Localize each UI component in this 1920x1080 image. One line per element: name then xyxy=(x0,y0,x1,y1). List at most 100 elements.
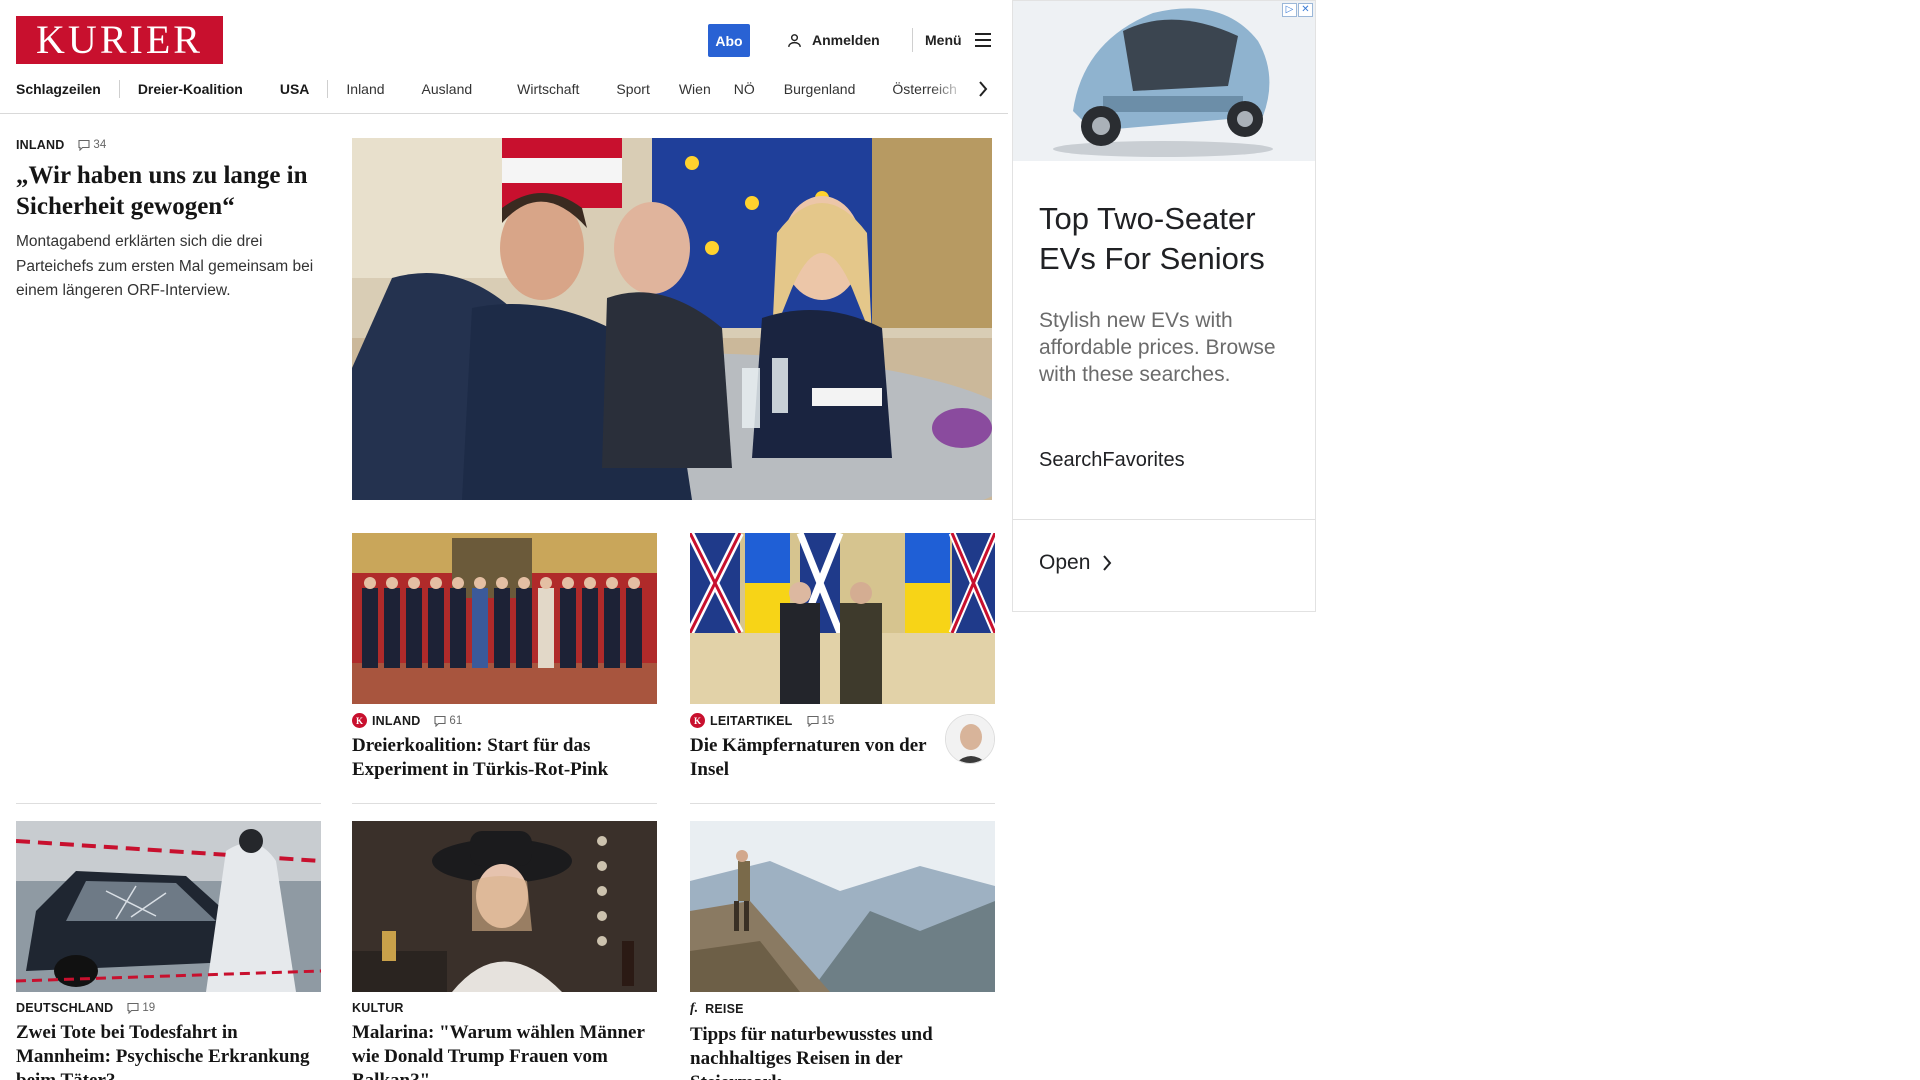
nav-spacer xyxy=(494,80,495,98)
ad-choices: ▷ ✕ xyxy=(1282,3,1313,17)
nav-divider xyxy=(118,80,120,98)
ad-title[interactable]: Top Two-Seater EVs For Seniors xyxy=(1039,199,1289,279)
nav-item-wirtschaft[interactable]: Wirtschaft xyxy=(517,81,579,97)
article-headline[interactable]: Tipps für naturbewusstes und nachhaltige… xyxy=(690,1023,995,1080)
login-button[interactable]: Anmelden xyxy=(786,28,880,52)
article-image-malarina[interactable] xyxy=(352,821,657,992)
nav-item-dreier-koalition[interactable]: Dreier-Koalition xyxy=(138,81,243,97)
article-meta: K LEITARTIKEL 15 xyxy=(690,713,940,728)
nav-item-burgenland[interactable]: Burgenland xyxy=(784,81,856,97)
lead-photo xyxy=(352,138,992,500)
article-kicker[interactable]: KULTUR xyxy=(352,1001,404,1015)
mountain-photo xyxy=(690,821,995,992)
nav-spacer xyxy=(664,80,665,98)
hamburger-icon xyxy=(974,33,991,47)
lead-meta: INLAND 34 xyxy=(16,138,321,152)
menu-label: Menü xyxy=(925,32,962,48)
header-divider xyxy=(912,28,913,52)
kurier-logo[interactable]: KURIER xyxy=(16,16,223,64)
comment-icon xyxy=(806,715,819,727)
article-comment-count[interactable]: 61 xyxy=(434,715,462,727)
lead-article-image[interactable] xyxy=(352,138,992,500)
article-meta: DEUTSCHLAND 19 xyxy=(16,1001,321,1015)
article-comment-count[interactable]: 19 xyxy=(127,1002,155,1014)
divider xyxy=(690,803,995,804)
kurier-plus-badge-icon: K xyxy=(352,713,367,728)
category-nav: Schlagzeilen Dreier-Koalition USA Inland… xyxy=(16,78,992,100)
comment-count-value: 61 xyxy=(449,714,463,727)
article-headline[interactable]: Dreierkoalition: Start für das Experimen… xyxy=(352,734,657,782)
author-avatar[interactable] xyxy=(945,714,995,764)
article-card-mannheim[interactable]: DEUTSCHLAND 19 Zwei Tote bei Todesfahrt … xyxy=(16,1001,321,1080)
portrait-photo xyxy=(352,821,657,992)
nav-spacer xyxy=(769,80,770,98)
ad-description: Stylish new EVs with affordable prices. … xyxy=(1039,309,1276,386)
article-kicker[interactable]: INLAND xyxy=(372,714,420,728)
ad-open-button[interactable]: Open xyxy=(1039,551,1112,575)
article-headline[interactable]: Die Kämpfernaturen von der Insel xyxy=(690,734,940,782)
flags-photo xyxy=(690,533,995,704)
nav-item-inland[interactable]: Inland xyxy=(346,81,384,97)
lead-article[interactable]: INLAND 34 „Wir haben uns zu lange in Sic… xyxy=(16,138,321,304)
group-photo xyxy=(352,533,657,704)
menu-button[interactable]: Menü xyxy=(925,28,992,52)
article-headline[interactable]: Malarina: "Warum wählen Männer wie Donal… xyxy=(352,1021,657,1080)
article-kicker[interactable]: LEITARTIKEL xyxy=(710,714,793,728)
chevron-right-icon xyxy=(1103,555,1112,571)
nav-spacer xyxy=(597,80,598,98)
article-card-steiermark[interactable]: f. REISE Tipps für naturbewusstes und na… xyxy=(690,1001,995,1080)
nav-spacer xyxy=(403,80,404,98)
nav-item-usa[interactable]: USA xyxy=(280,81,310,97)
user-icon xyxy=(788,33,801,47)
ad-open-label: Open xyxy=(1039,551,1091,574)
ad-image[interactable] xyxy=(1013,1,1315,161)
lead-teaser: Montagabend erklärten sich die drei Part… xyxy=(16,233,314,299)
nav-item-wien[interactable]: Wien xyxy=(679,81,711,97)
abo-button[interactable]: Abo xyxy=(708,24,750,57)
article-card-dreierkoalition[interactable]: K INLAND 61 Dreierkoalition: Start für d… xyxy=(352,713,657,782)
comment-icon xyxy=(434,715,446,727)
article-image-steiermark[interactable] xyxy=(690,821,995,992)
article-card-malarina[interactable]: KULTUR Malarina: "Warum wählen Männer wi… xyxy=(352,1001,657,1080)
nav-spacer xyxy=(722,80,723,98)
kurier-plus-badge-icon: K xyxy=(690,713,705,728)
article-image-leitartikel[interactable] xyxy=(690,533,995,704)
nav-item-noe[interactable]: NÖ xyxy=(734,81,755,97)
lead-kicker[interactable]: INLAND xyxy=(16,138,64,152)
divider xyxy=(352,803,657,804)
article-image-dreierkoalition[interactable] xyxy=(352,533,657,704)
ad-info-icon[interactable]: ▷ xyxy=(1282,3,1297,17)
site-header: KURIER Abo Anmelden Menü Schlagzeilen Dr… xyxy=(0,0,1008,114)
login-label: Anmelden xyxy=(812,32,880,48)
nav-item-schlagzeilen[interactable]: Schlagzeilen xyxy=(16,81,101,97)
lead-comment-count[interactable]: 34 xyxy=(78,139,106,151)
ad-divider xyxy=(1013,519,1315,520)
nav-spacer xyxy=(261,80,262,98)
freizeit-badge-icon: f. xyxy=(690,1001,699,1016)
article-kicker[interactable]: DEUTSCHLAND xyxy=(16,1001,113,1015)
nav-spacer xyxy=(873,80,874,98)
article-meta: K INLAND 61 xyxy=(352,713,657,728)
nav-item-sport[interactable]: Sport xyxy=(616,81,649,97)
lead-headline[interactable]: „Wir haben uns zu lange in Sicherheit ge… xyxy=(16,160,321,222)
article-headline[interactable]: Zwei Tote bei Todesfahrt in Mannheim: Ps… xyxy=(16,1021,321,1080)
article-kicker[interactable]: REISE xyxy=(705,1002,744,1016)
article-comment-count[interactable]: 15 xyxy=(806,715,834,727)
comment-icon xyxy=(127,1002,139,1014)
comment-count-value: 19 xyxy=(142,1002,156,1014)
article-meta: f. REISE xyxy=(690,1001,995,1017)
comment-icon xyxy=(78,139,90,151)
ad-close-icon[interactable]: ✕ xyxy=(1298,3,1313,17)
nav-divider xyxy=(327,80,329,98)
nav-scroll-right-button[interactable] xyxy=(974,78,992,100)
crash-photo xyxy=(16,821,321,992)
article-card-leitartikel[interactable]: K LEITARTIKEL 15 Die Kämpfernaturen von … xyxy=(690,713,940,782)
article-image-mannheim[interactable] xyxy=(16,821,321,992)
divider xyxy=(16,803,321,804)
chevron-right-icon xyxy=(979,81,988,97)
ad-brand[interactable]: SearchFavorites xyxy=(1039,449,1185,472)
nav-item-ausland[interactable]: Ausland xyxy=(422,81,473,97)
comment-count-value: 34 xyxy=(93,139,107,151)
sponsored-ad[interactable]: ▷ ✕ Top Two-Seater EVs For Seniors Styli… xyxy=(1012,0,1316,612)
article-meta: KULTUR xyxy=(352,1001,657,1015)
